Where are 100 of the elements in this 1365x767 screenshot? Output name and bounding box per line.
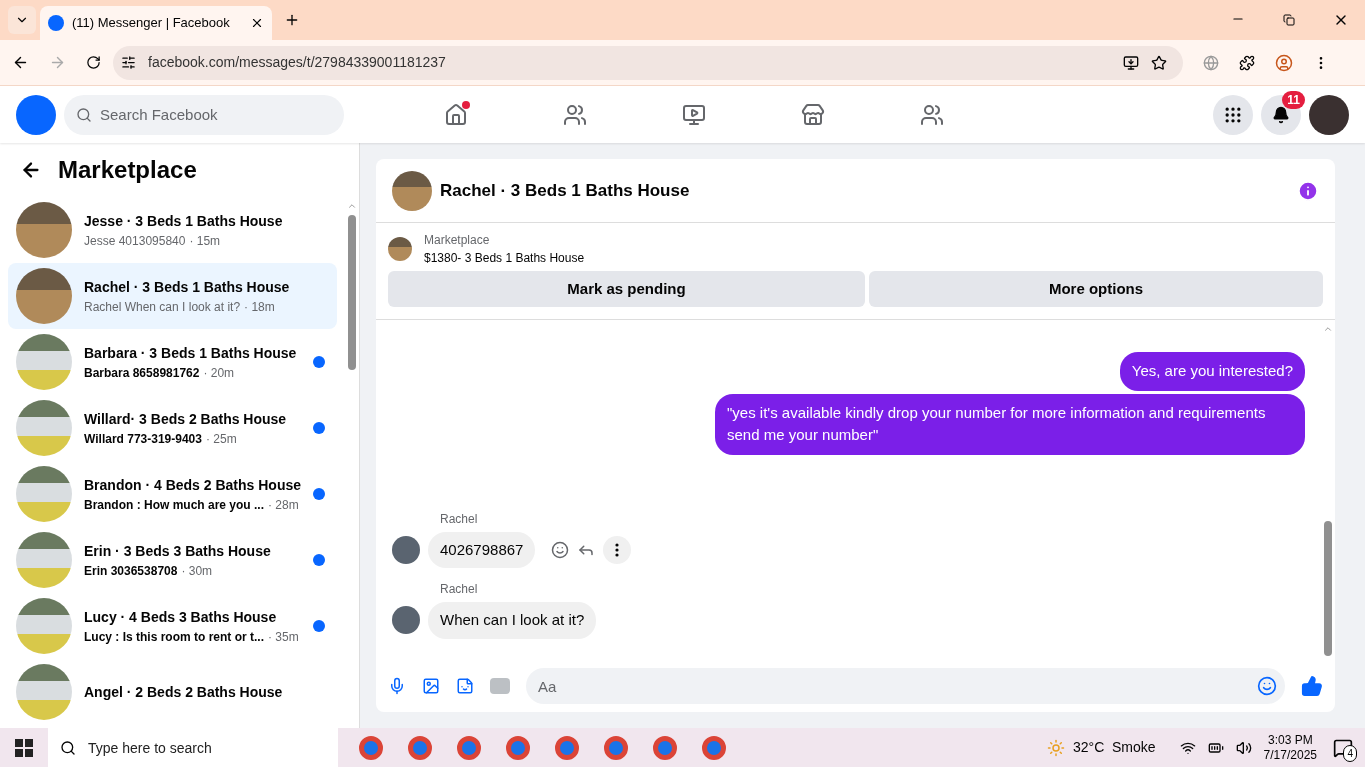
sender-name: Rachel [440,581,479,598]
browser-app-icon[interactable] [456,735,481,760]
message-preview: Erin 3036538708 [84,562,178,580]
url-text: facebook.com/messages/t/27984339001181237 [148,53,447,72]
conversation-title: Rachel · 3 Beds 1 Baths House [84,277,291,297]
photo-placeholder [16,202,72,258]
browser-tab[interactable]: (11) Messenger | Facebook [40,6,272,40]
microphone-icon[interactable] [388,677,406,695]
scrollbar-thumb[interactable] [1324,521,1332,656]
sticker-icon[interactable] [456,677,474,695]
install-icon[interactable] [1123,54,1139,71]
search-field[interactable]: Search Facebook [64,94,344,135]
conversation-item[interactable]: Lucy · 4 Beds 3 Baths House Lucy : Is this room to rent or t... · 35m [8,593,337,659]
clock-time[interactable]: 3:03 PM [1267,732,1313,748]
listing-source: Marketplace [424,232,491,249]
conversation-title: Angel · 2 Beds 2 Baths House [84,682,284,702]
globe-icon[interactable] [1203,54,1219,71]
close-icon[interactable] [250,16,264,30]
notification-count: 4 [1343,744,1357,762]
photo-placeholder [16,598,72,654]
message-time: · 28m [268,496,299,514]
browser-app-icon[interactable] [701,735,726,760]
conversation-item[interactable]: Brandon · 4 Beds 2 Baths House Brandon : How much are you ... · 28m [8,461,337,527]
taskbar-search-field[interactable]: Type here to search [48,728,338,767]
extensions-icon[interactable] [1239,54,1255,71]
emoji-icon[interactable] [1257,676,1277,696]
photo-placeholder [392,606,420,635]
message-preview: Brandon : How much are you ... [84,496,265,514]
search-icon [76,106,92,123]
facebook-logo-icon[interactable] [16,94,56,135]
message-time: · 30m [181,562,213,580]
message-time: · 18m [244,298,275,316]
restore-icon[interactable] [1283,14,1295,26]
message-time: · 35m [268,628,299,646]
message-preview: Barbara 8658981762 [84,364,200,382]
scrollbar-thumb[interactable] [348,215,356,370]
browser-app-icon[interactable] [603,735,628,760]
message-preview: Jesse 4013095840 [84,232,186,250]
conversation-title: Willard· 3 Beds 2 Baths House [84,409,288,429]
message-time: · 20m [203,364,235,382]
address-bar[interactable]: facebook.com/messages/t/27984339001181237 [113,45,1183,80]
conversation-item[interactable]: Jesse · 3 Beds 1 Baths House Jesse 4013095840 · 15m [8,197,337,263]
browser-app-icon[interactable] [358,735,383,760]
action-button[interactable]: Mark as pending [388,271,865,307]
menu-button[interactable] [1213,94,1253,135]
sender-name: Rachel [440,510,479,528]
tab-title: (11) Messenger | Facebook [72,14,231,33]
like-icon[interactable] [1301,675,1323,697]
volume-icon[interactable] [1235,739,1252,756]
photo-placeholder [16,532,72,588]
weather-text[interactable]: 32°C Smoke [1072,737,1156,758]
search-icon [60,740,76,756]
conversation-item[interactable]: Erin · 3 Beds 3 Baths House Erin 3036538708 · 30m [8,527,337,593]
browser-app-icon[interactable] [505,735,530,760]
photo-placeholder [16,664,72,720]
profile-icon[interactable] [1275,53,1293,72]
message-time: · 25m [205,430,237,448]
sidebar-title: Marketplace [58,155,197,185]
browser-app-icon[interactable] [652,735,677,760]
message-time: · 15m [189,232,221,250]
listing-title: $1380- 3 Beds 1 Baths House [424,250,585,267]
photo-placeholder [16,400,72,456]
react-icon[interactable] [551,540,570,559]
photo-icon[interactable] [422,677,440,695]
bookmark-icon[interactable] [1151,54,1167,71]
photo-placeholder [16,268,72,324]
start-icon[interactable] [15,738,33,757]
info-icon[interactable] [1297,179,1319,202]
notification-badge: 11 [1282,90,1305,109]
back-icon[interactable] [12,54,29,71]
received-message: When can I look at it? [428,602,597,639]
browser-app-icon[interactable] [554,735,579,760]
conversation-item[interactable]: Willard· 3 Beds 2 Baths House Willard 773-319-9403 · 25m [8,395,337,461]
conversation-item[interactable]: Rachel · 3 Beds 1 Baths House Rachel When can I look at it? · 18m [8,263,337,329]
message-preview: Lucy : Is this room to rent or t... [84,628,264,646]
conversation-title: Barbara · 3 Beds 1 Baths House [84,343,298,363]
photo-placeholder [392,170,432,211]
new-tab-icon[interactable] [284,12,300,28]
message-preview: Rachel When can I look at it? [84,298,241,316]
sent-message: "yes it's available kindly drop your number for more information and requirements send me your number" [715,393,1305,455]
more-button[interactable] [603,535,632,564]
message-preview: Willard 773-319-9403 [84,430,202,448]
message-field[interactable]: Aa [526,668,1285,704]
reload-icon[interactable] [86,55,101,70]
sent-message: Yes, are you interested? [1119,352,1305,391]
site-settings-icon[interactable] [121,55,136,70]
conversation-title: Brandon · 4 Beds 2 Baths House [84,475,301,495]
action-button[interactable]: More options [869,271,1323,307]
bell-icon [1272,105,1290,124]
facebook-logo-icon [48,15,64,31]
browser-app-icon[interactable] [407,735,432,760]
conversation-title: Jesse · 3 Beds 1 Baths House [84,211,284,231]
conversation-item[interactable]: Barbara · 3 Beds 1 Baths House Barbara 8658981762 · 20m [8,329,337,395]
clock-date[interactable]: 7/17/2025 [1263,747,1317,763]
conversation-item[interactable]: Angel · 2 Beds 2 Baths House [8,659,337,725]
conversation-title: Lucy · 4 Beds 3 Baths House [84,607,278,627]
photo-placeholder [392,535,420,564]
photo-placeholder [16,334,72,390]
received-message: 4026798867 [428,531,536,568]
avatar[interactable] [1309,94,1349,135]
